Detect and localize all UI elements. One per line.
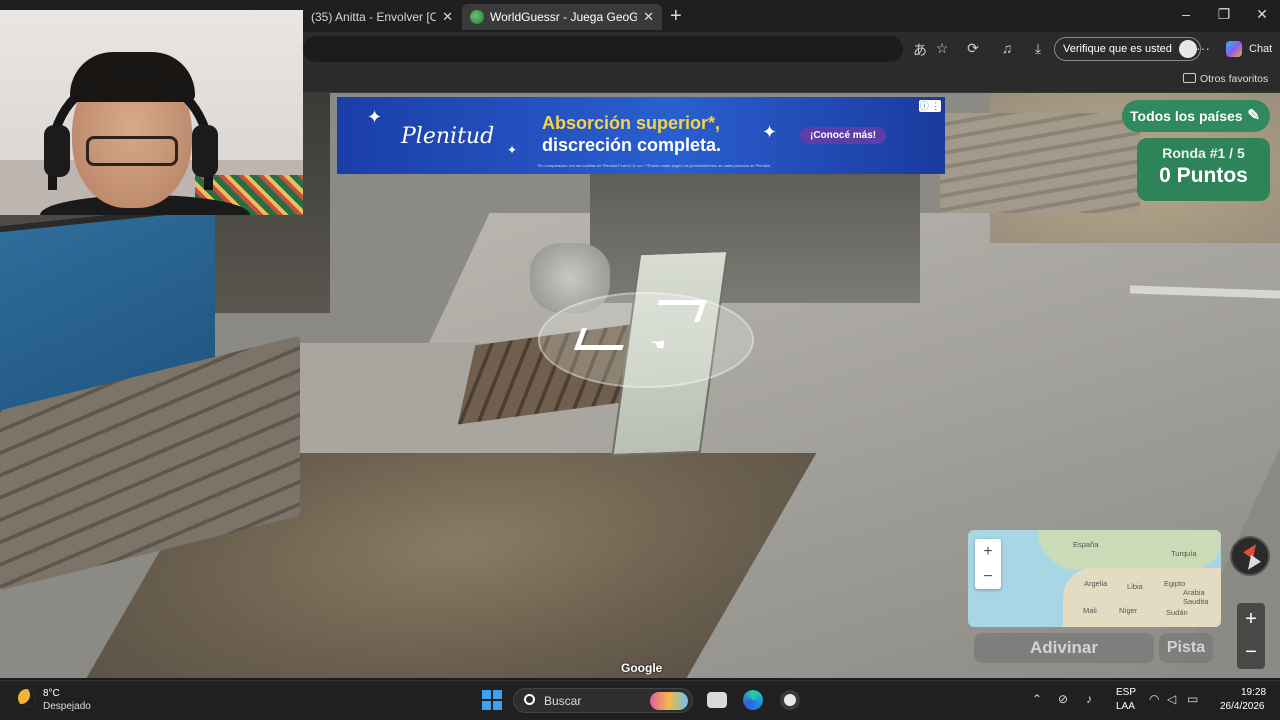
search-icon — [524, 694, 535, 705]
task-view-icon[interactable] — [707, 692, 727, 708]
copilot-icon[interactable] — [1226, 41, 1242, 57]
media-icon[interactable]: ♫ — [997, 40, 1017, 56]
map-label: Arabia Saudita — [1183, 588, 1209, 606]
country-filter-label: Todos los países — [1130, 108, 1243, 124]
ad-cta-button[interactable]: ¡Conocé más! — [800, 127, 887, 144]
input-language[interactable]: ESP — [1116, 687, 1136, 698]
moon-icon[interactable] — [18, 689, 36, 707]
ad-brand: Plenitud — [401, 124, 495, 149]
edge-browser-icon[interactable] — [743, 690, 763, 710]
sparkle-icon: ✦ — [507, 143, 518, 157]
windows-logo-tile — [482, 701, 491, 710]
ad-headline-2: discreción completa. — [542, 135, 722, 155]
start-button[interactable] — [482, 690, 502, 710]
globe-icon — [470, 10, 484, 24]
search-placeholder: Buscar — [544, 694, 582, 708]
windows-logo-tile — [493, 690, 502, 699]
show-hidden-icons-chevron[interactable]: ⌃ — [1032, 692, 1042, 706]
extensions-icon[interactable]: ⟳ — [963, 40, 983, 57]
network-off-icon[interactable]: ⊘ — [1058, 692, 1068, 706]
ad-banner[interactable]: ✦ ✦ ✦ Plenitud Absorción superior*, disc… — [337, 97, 945, 174]
points-label: 0 Puntos — [1159, 164, 1248, 187]
map-label: Níger — [1119, 606, 1138, 615]
download-icon[interactable]: ⤓ — [1028, 40, 1048, 57]
score-panel: Ronda #1 / 5 0 Puntos — [1137, 138, 1270, 201]
google-watermark: Google — [621, 661, 663, 675]
tab-title: WorldGuessr - Juega GeoGuessr g — [490, 10, 638, 24]
translate-icon[interactable]: あ — [910, 40, 930, 60]
headphone-cup-right — [192, 125, 218, 177]
sparkle-icon: ✦ — [762, 122, 778, 142]
map-label: Turquía — [1171, 549, 1197, 558]
move-cursor-ring — [538, 292, 754, 388]
profile-verify-button[interactable]: Verifique que es usted — [1054, 37, 1201, 61]
close-window-button[interactable]: ✕ — [1252, 6, 1272, 23]
guess-minimap[interactable]: España Turquía Argelia Libia Egipto Mali… — [968, 530, 1221, 627]
hint-button[interactable]: Pista — [1159, 633, 1213, 663]
move-arrow-icon — [573, 328, 631, 350]
new-tab-button[interactable]: + — [670, 5, 682, 27]
input-layout[interactable]: LAA — [1116, 701, 1135, 712]
sparkle-icon: ✦ — [367, 107, 383, 127]
guess-button[interactable]: Adivinar — [974, 633, 1154, 663]
windows-logo-tile — [482, 690, 491, 699]
tab-anitta[interactable]: (35) Anitta - Envolver [Official ✕ — [303, 4, 461, 30]
street-zoom-control: + − — [1237, 603, 1265, 669]
tab-close-icon[interactable]: ✕ — [442, 9, 453, 25]
map-label: Argelia — [1084, 579, 1108, 588]
clock-date[interactable]: 26/4/2026 — [1220, 701, 1265, 712]
street-zoom-in-button[interactable]: + — [1237, 603, 1265, 636]
ad-info-icon[interactable]: ⓘ ⋮ — [919, 100, 941, 112]
favorite-star-icon[interactable]: ☆ — [932, 40, 952, 57]
round-label: Ronda #1 / 5 — [1162, 145, 1245, 161]
wifi-icon[interactable]: ◠ — [1149, 692, 1159, 706]
address-bar[interactable] — [303, 36, 903, 62]
clock-time[interactable]: 19:28 — [1241, 687, 1266, 698]
tab-worldguessr[interactable]: WorldGuessr - Juega GeoGuessr g ✕ — [462, 4, 662, 30]
other-favorites-link[interactable]: Otros favoritos — [1200, 73, 1268, 85]
ad-fine-print: *En comparación con las toallitas de Ple… — [537, 163, 771, 168]
map-label: España — [1073, 540, 1099, 549]
maximize-button[interactable]: ❐ — [1214, 6, 1234, 23]
map-label: Egipto — [1164, 579, 1186, 588]
chat-label[interactable]: Chat — [1249, 43, 1272, 55]
windows-logo-tile — [493, 701, 502, 710]
volume-icon[interactable]: ◁ — [1167, 692, 1176, 706]
country-filter-button[interactable]: Todos los países ✎ — [1122, 100, 1270, 132]
map-label: Mali — [1083, 606, 1097, 615]
microphone-icon[interactable]: ♪ — [1086, 692, 1092, 706]
taskbar-search[interactable]: Buscar — [513, 688, 693, 713]
battery-icon[interactable]: ▭ — [1187, 692, 1198, 706]
folder-icon — [1183, 73, 1196, 83]
minimap-zoom-in-button[interactable]: + — [975, 539, 1001, 564]
compass-icon[interactable] — [1230, 536, 1270, 576]
hand-cursor-icon: ☚ — [651, 337, 666, 354]
map-label: Libia — [1127, 582, 1143, 591]
street-zoom-out-button[interactable]: − — [1237, 636, 1265, 669]
tab-close-icon[interactable]: ✕ — [643, 9, 654, 25]
chrome-browser-icon[interactable] — [780, 690, 800, 710]
minimize-button[interactable]: – — [1176, 6, 1196, 22]
map-label: Sudán — [1166, 608, 1188, 617]
headphone-cup-left — [44, 125, 70, 177]
webcam-overlay — [0, 10, 303, 215]
search-highlight-icon — [650, 692, 688, 710]
more-menu-icon[interactable]: ··· — [1193, 40, 1213, 56]
compass-south-needle — [1243, 554, 1261, 574]
pencil-icon: ✎ — [1247, 107, 1260, 124]
ad-headline-1: Absorción superior*, — [542, 113, 721, 133]
minimap-zoom-out-button[interactable]: − — [975, 564, 1001, 589]
verify-label: Verifique que es usted — [1063, 43, 1172, 55]
weather-condition[interactable]: Despejado — [43, 701, 91, 712]
glasses — [86, 136, 178, 166]
weather-temperature[interactable]: 8°C — [43, 688, 60, 699]
tab-title: (35) Anitta - Envolver [Official — [311, 10, 437, 24]
minimap-zoom-control: + − — [975, 539, 1001, 589]
stairs — [940, 113, 1140, 213]
move-arrow-icon — [650, 300, 708, 322]
